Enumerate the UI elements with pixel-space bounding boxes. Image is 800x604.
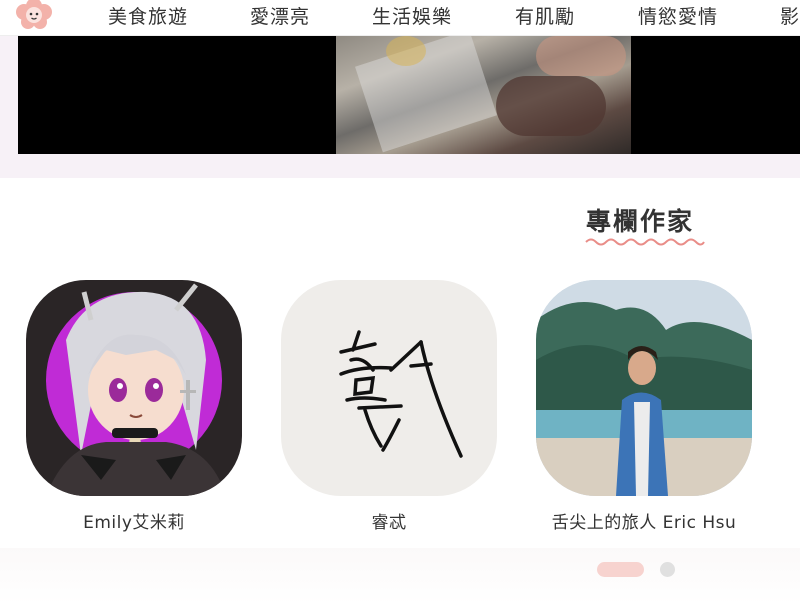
columnist-card[interactable]: 睿忒 [281, 280, 497, 533]
columnist-card[interactable]: 舌尖上的旅人 Eric Hsu [536, 280, 752, 533]
carousel-pager-band [0, 548, 800, 604]
columnist-card[interactable]: Emily艾米莉 [26, 280, 242, 533]
nav-item-fitness[interactable]: 有肌勵 [515, 2, 575, 28]
pager-dot[interactable] [660, 562, 675, 577]
site-logo[interactable] [16, 0, 52, 30]
signature-image [339, 330, 463, 458]
nav-item-food-travel[interactable]: 美食旅遊 [108, 2, 188, 28]
top-nav: 美食旅遊 愛漂亮 生活娛樂 有肌勵 情慾愛情 影 [0, 0, 800, 36]
nav-item-love[interactable]: 情慾愛情 [638, 2, 718, 28]
nav-item-lifestyle[interactable]: 生活娛樂 [372, 2, 452, 28]
author-name[interactable]: 舌尖上的旅人 Eric Hsu [536, 508, 752, 533]
avatar[interactable] [281, 280, 497, 496]
author-name[interactable]: 睿忒 [281, 508, 497, 533]
photo-image [536, 280, 752, 496]
video-band [0, 36, 800, 178]
pager-dot-active[interactable] [597, 562, 644, 577]
avatar[interactable] [536, 280, 752, 496]
columnists-section: 專欄作家 Emily艾米莉 睿忒 舌尖上的旅人 Eric Hsu [0, 178, 800, 548]
avatar[interactable] [26, 280, 242, 496]
author-name[interactable]: Emily艾米莉 [26, 508, 242, 533]
flower-logo-icon [16, 0, 52, 29]
nav-item-beauty[interactable]: 愛漂亮 [250, 2, 310, 28]
video-frame-image [336, 36, 631, 154]
wave-underline-icon [585, 238, 705, 246]
nav-item-film[interactable]: 影 [780, 2, 800, 28]
section-title: 專欄作家 [586, 207, 695, 236]
video-player[interactable] [18, 36, 800, 154]
